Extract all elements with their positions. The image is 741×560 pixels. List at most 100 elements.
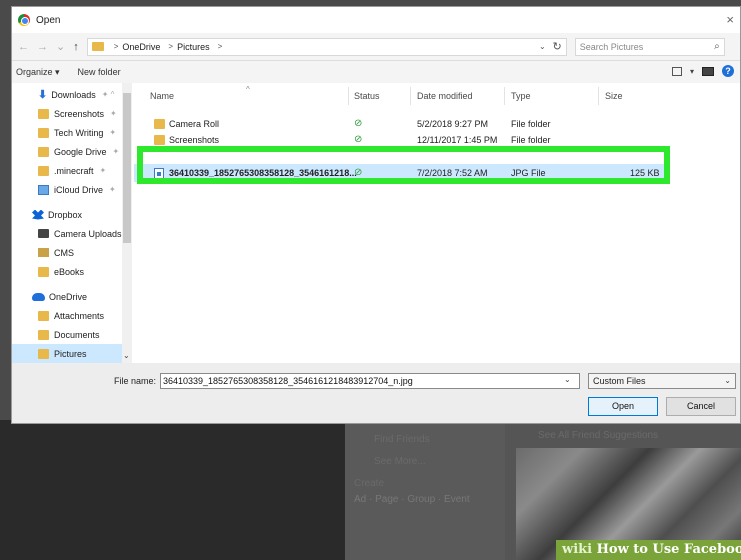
address-bar[interactable]: > OneDrive > Pictures > ⌄ ↻ xyxy=(86,37,567,56)
column-header-type[interactable]: Type xyxy=(511,91,531,101)
file-type-filter-select[interactable]: Custom Files ⌄ xyxy=(588,373,736,389)
folder-icon xyxy=(38,165,49,176)
cancel-button[interactable]: Cancel xyxy=(666,397,736,416)
sidebar-item-minecraft[interactable]: .minecraft ✦ xyxy=(38,161,106,180)
forward-icon[interactable]: → xyxy=(37,41,48,53)
sidebar-item-label: Downloads xyxy=(51,89,96,100)
icloud-icon xyxy=(38,184,49,195)
sidebar-item-label: Attachments xyxy=(54,310,105,321)
sidebar-item-google-drive[interactable]: Google Drive ✦ xyxy=(38,142,119,161)
file-type: File folder xyxy=(511,119,551,129)
file-date: 12/11/2017 1:45 PM xyxy=(417,135,498,145)
sidebar-item-icloud-drive[interactable]: iCloud Drive ✦ xyxy=(38,180,116,199)
sidebar-item-label: Google Drive xyxy=(54,146,107,157)
background-left-panel xyxy=(0,420,345,560)
sidebar-item-tech-writing[interactable]: Tech Writing ✦ xyxy=(38,123,116,142)
column-divider[interactable] xyxy=(348,87,349,105)
folder-icon xyxy=(38,146,49,157)
sidebar-item-pictures[interactable]: Pictures xyxy=(12,344,122,363)
sidebar-item-dropbox[interactable]: Dropbox xyxy=(32,205,82,224)
onedrive-icon xyxy=(32,292,45,301)
open-button[interactable]: Open xyxy=(588,397,658,416)
folder-icon xyxy=(38,266,49,277)
create-label: Create xyxy=(354,478,385,489)
column-divider[interactable] xyxy=(504,87,505,105)
sidebar-item-screenshots[interactable]: Screenshots ✦ xyxy=(38,104,117,123)
see-more-link: See More... xyxy=(374,456,426,467)
sidebar-item-label: Camera Uploads xyxy=(54,228,122,239)
organize-button[interactable]: Organize ▾ xyxy=(16,67,60,78)
file-type: File folder xyxy=(511,135,551,145)
friend-suggestions-link: See All Friend Suggestions xyxy=(538,430,659,441)
find-friends-link: Find Friends xyxy=(374,434,430,445)
folder-icon xyxy=(91,42,104,51)
sidebar-item-label: eBooks xyxy=(54,266,85,277)
sidebar-item-onedrive[interactable]: OneDrive xyxy=(32,287,87,306)
column-divider[interactable] xyxy=(598,87,599,105)
pin-icon: ✦ xyxy=(99,166,107,175)
breadcrumb-separator: > xyxy=(217,42,223,51)
search-input[interactable]: Search Pictures ⌕ xyxy=(574,37,725,56)
cms-icon xyxy=(38,248,49,257)
sidebar-scroll-thumb[interactable] xyxy=(123,93,131,243)
sidebar-item-label: Tech Writing xyxy=(54,127,104,138)
sidebar-item-label: .minecraft xyxy=(54,165,94,176)
pin-icon: ✦ xyxy=(109,185,116,194)
sidebar-item-documents[interactable]: Documents xyxy=(38,325,100,344)
file-name: Camera Roll xyxy=(169,119,220,129)
view-options-icon[interactable] xyxy=(671,66,682,76)
column-header-date-modified[interactable]: Date modified xyxy=(417,91,473,101)
sidebar-item-label: iCloud Drive xyxy=(54,184,104,195)
help-icon[interactable]: ? xyxy=(722,65,734,77)
scroll-down-icon[interactable]: ⌄ xyxy=(123,351,130,360)
sidebar-item-attachments[interactable]: Attachments xyxy=(38,306,104,325)
search-placeholder: Search Pictures xyxy=(579,41,644,52)
breadcrumb-onedrive[interactable]: OneDrive xyxy=(122,42,160,52)
new-folder-button[interactable]: New folder xyxy=(78,67,121,77)
chevron-down-icon[interactable]: ⌄ xyxy=(564,375,571,384)
highlight-box xyxy=(137,146,670,184)
column-header-status[interactable]: Status xyxy=(354,91,380,101)
sidebar-item-downloads[interactable]: ⬇ Downloads ✦ ^ xyxy=(38,85,114,104)
sidebar-item-ebooks[interactable]: eBooks xyxy=(38,262,84,281)
refresh-icon[interactable]: ↻ xyxy=(553,40,562,53)
dialog-footer: File name: 36410339_1852765308358128_354… xyxy=(12,367,740,423)
file-name-label: File name: xyxy=(114,376,157,386)
back-icon[interactable]: ← xyxy=(18,41,29,53)
sidebar-item-camera-uploads[interactable]: Camera Uploads xyxy=(38,224,122,243)
folder-icon xyxy=(38,310,49,321)
download-icon: ⬇ xyxy=(38,89,48,101)
command-toolbar: Organize ▾ New folder ▾ ? xyxy=(12,61,740,83)
up-folder-icon[interactable]: ↑ xyxy=(73,41,79,53)
dialog-titlebar: Open × xyxy=(12,7,740,33)
search-icon[interactable]: ⌕ xyxy=(714,41,720,52)
sidebar-item-label: CMS xyxy=(54,247,74,258)
sidebar-item-cms[interactable]: CMS xyxy=(38,243,74,262)
pin-icon: ✦ xyxy=(112,147,120,156)
chrome-icon xyxy=(18,14,30,26)
sidebar-item-label: Pictures xyxy=(54,348,87,359)
dropbox-icon xyxy=(32,209,44,220)
folder-icon xyxy=(154,119,165,129)
pin-icon: ✦ xyxy=(110,109,117,118)
breadcrumb-pictures[interactable]: Pictures xyxy=(177,42,210,52)
history-chevron-icon[interactable]: ⌄ xyxy=(56,40,65,53)
chevron-down-icon[interactable]: ⌄ xyxy=(539,42,546,51)
sidebar-item-label: Dropbox xyxy=(48,209,83,220)
folder-icon xyxy=(154,135,165,145)
view-dropdown-icon[interactable]: ▾ xyxy=(690,67,694,76)
filter-label: Custom Files xyxy=(593,376,646,386)
column-header-size[interactable]: Size xyxy=(605,91,623,101)
close-icon[interactable]: × xyxy=(726,12,734,27)
file-list: ^ Name Status Date modified Type Size Ca… xyxy=(134,83,740,363)
pin-icon: ✦ xyxy=(109,128,117,137)
file-name-field[interactable]: 36410339_1852765308358128_35461612184839… xyxy=(160,373,580,389)
camera-icon xyxy=(38,229,49,238)
column-divider[interactable] xyxy=(410,87,411,105)
column-header-name[interactable]: Name xyxy=(150,91,174,101)
preview-pane-icon[interactable] xyxy=(702,66,714,76)
navigation-pane: ⌄ ⬇ Downloads ✦ ^ Screenshots ✦ Tech Wri… xyxy=(12,83,134,363)
wikihow-banner: wiki How to Use Facebook xyxy=(556,540,741,560)
breadcrumb-separator: > xyxy=(113,42,119,51)
breadcrumb-separator: > xyxy=(168,42,174,51)
